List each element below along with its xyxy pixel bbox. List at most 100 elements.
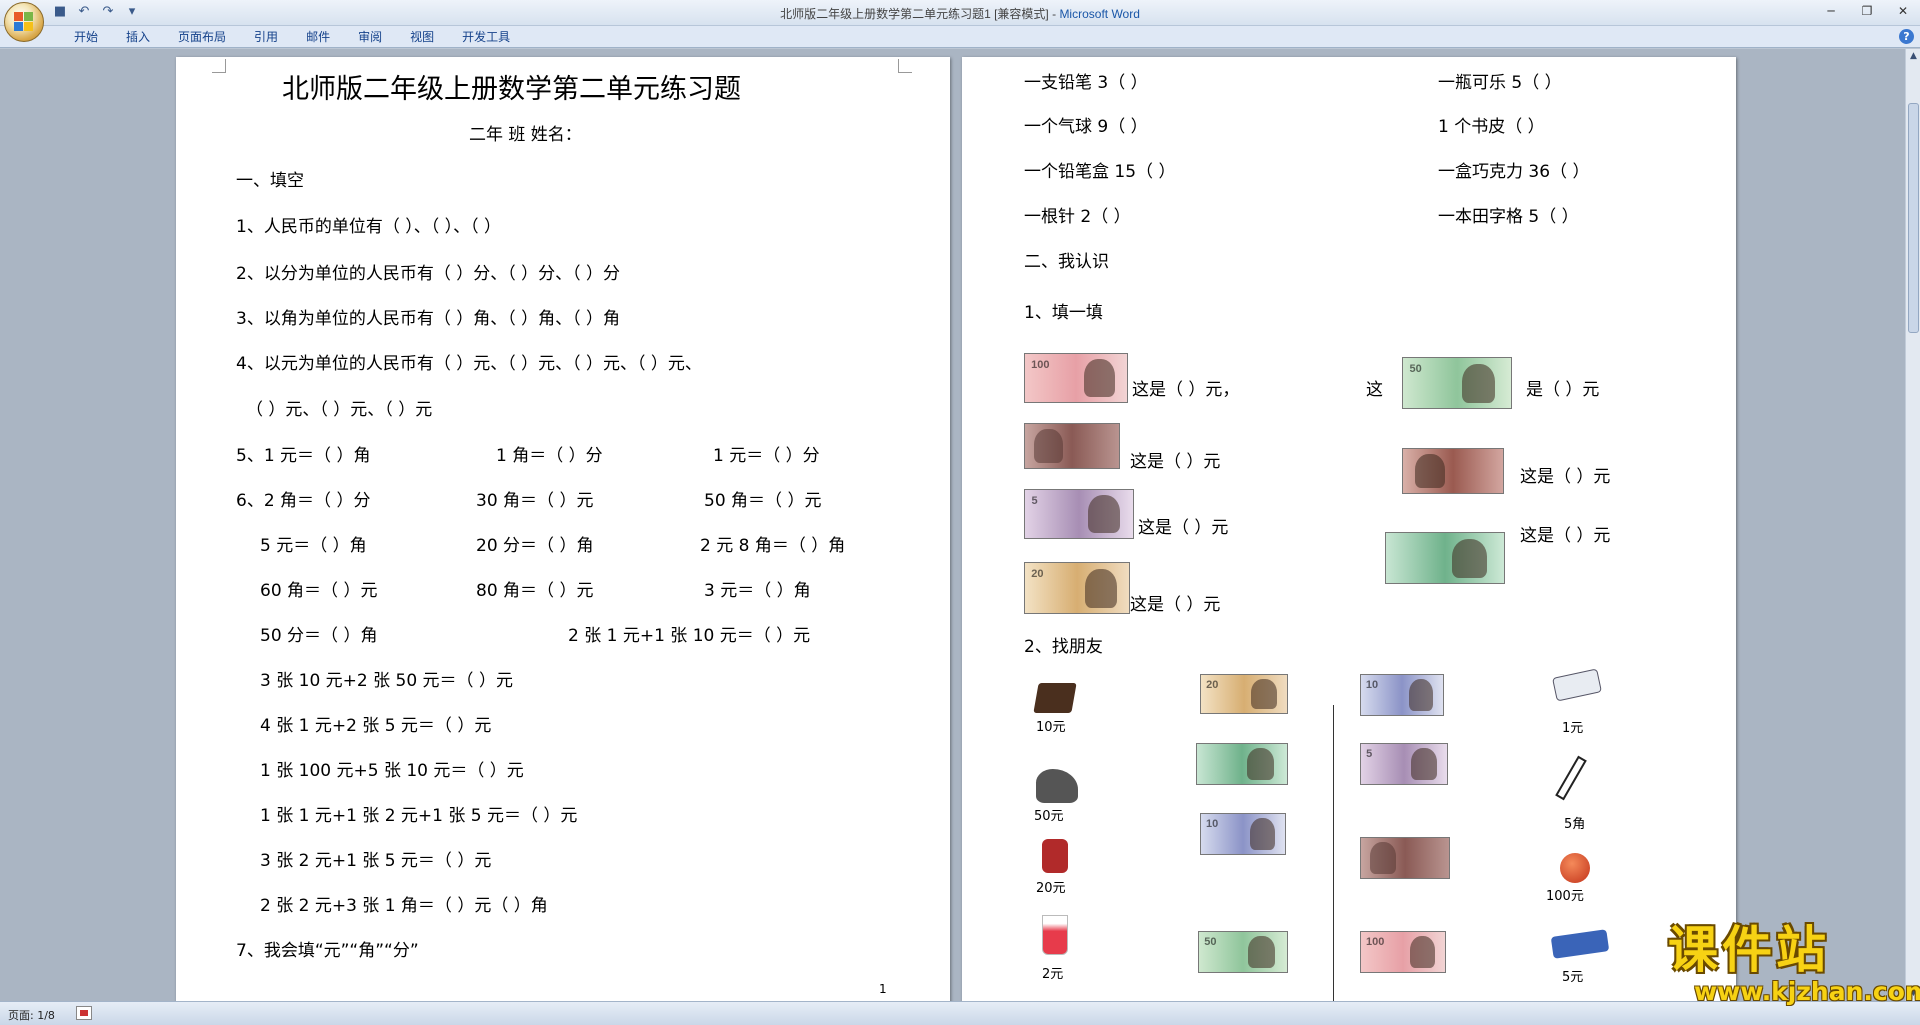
question-5a: 5、1 元＝（ ）角 [236, 446, 371, 466]
exercise-line: 4 张 1 元+2 张 5 元＝（ ）元 [260, 716, 492, 736]
exercise-line: 50 分＝（ ）角 [260, 626, 378, 646]
page-2[interactable]: 一支铅笔 3（ ） 一瓶可乐 5（ ） 一个气球 9（ ） 1 个书皮（ ） 一… [962, 57, 1736, 1001]
price-item: 一支铅笔 3（ ） [1024, 73, 1148, 93]
ribbon: 开始 插入 页面布局 引用 邮件 审阅 视图 开发工具 ? [0, 26, 1920, 48]
banknote-100-image: 100 [1360, 931, 1446, 973]
macro-recording-icon[interactable] [76, 1006, 92, 1020]
price-item: 1 个书皮（ ） [1438, 117, 1545, 137]
fill-line: 这是（ ）元， [1132, 380, 1240, 400]
exercise-line: 2 元 8 角＝（ ）角 [700, 536, 846, 556]
price-label: 1元 [1562, 721, 1584, 736]
banknote-2-image [1385, 532, 1505, 584]
tab-home[interactable]: 开始 [60, 29, 112, 45]
close-icon[interactable]: ✕ [1892, 2, 1914, 20]
document-workspace[interactable]: 北师版二年级上册数学第二单元练习题 二年 班 姓名： 一、填空 1、人民币的单位… [0, 49, 1905, 1001]
office-logo-icon [14, 12, 34, 32]
banknote-10-image: 10 [1200, 813, 1286, 855]
question-2: 2、以分为单位的人民币有（ ）分、（ ）分、（ ）分 [236, 264, 621, 284]
exercise-line: 1 张 1 元+1 张 2 元+1 张 5 元＝（ ）元 [260, 806, 578, 826]
question-6c: 50 角＝（ ）元 [704, 491, 822, 511]
page-1[interactable]: 北师版二年级上册数学第二单元练习题 二年 班 姓名： 一、填空 1、人民币的单位… [176, 57, 950, 1001]
dictionary-image [1033, 683, 1077, 713]
drink-cup-image [1042, 915, 1068, 955]
exercise-line: 20 分＝（ ）角 [476, 536, 594, 556]
question-6b: 30 角＝（ ）元 [476, 491, 594, 511]
section-heading: 二、我认识 [1024, 252, 1109, 272]
price-item: 一瓶可乐 5（ ） [1438, 73, 1562, 93]
price-label: 10元 [1036, 720, 1066, 735]
exercise-line: 3 元＝（ ）角 [704, 581, 811, 601]
site-watermark: 课件站 www.kjzhan.com [1668, 922, 1920, 1006]
help-icon[interactable]: ? [1899, 29, 1914, 44]
tab-page-layout[interactable]: 页面布局 [164, 29, 240, 45]
banknote-20-image: 20 [1200, 674, 1288, 714]
scrollbar-thumb[interactable] [1908, 103, 1919, 333]
tab-view[interactable]: 视图 [396, 29, 448, 45]
find-friends-heading: 2、找朋友 [1024, 637, 1103, 657]
exercise-line: 2 张 2 元+3 张 1 角＝（ ）元（ ）角 [260, 896, 548, 916]
crop-mark [212, 59, 226, 73]
scroll-up-icon[interactable]: ▲ [1906, 49, 1920, 64]
fill-heading: 1、填一填 [1024, 303, 1103, 323]
question-4: 4、以元为单位的人民币有（ ）元、（ ）元、（ ）元、（ ）元、 [236, 354, 702, 374]
price-item: 一本田字格 5（ ） [1438, 207, 1579, 227]
price-label: 5角 [1564, 817, 1586, 832]
tab-review[interactable]: 审阅 [344, 29, 396, 45]
fill-line: 这 [1366, 380, 1383, 400]
toy-car-image [1550, 929, 1610, 959]
status-bar: 页面: 1/8 [0, 1001, 1920, 1025]
exercise-line: 80 角＝（ ）元 [476, 581, 594, 601]
backpack-image [1042, 839, 1068, 873]
maximize-icon[interactable]: ❐ [1856, 2, 1878, 20]
banknote-2-image [1196, 743, 1288, 785]
office-button[interactable] [4, 2, 44, 42]
minimize-icon[interactable]: ─ [1820, 2, 1842, 20]
shoes-image [1036, 769, 1078, 803]
watermark-url: www.kjzhan.com [1694, 977, 1920, 1006]
banknote-1-jiao-image [1024, 423, 1120, 469]
price-label: 100元 [1546, 889, 1584, 904]
tab-mailings[interactable]: 邮件 [292, 29, 344, 45]
question-5b: 1 角＝（ ）分 [496, 446, 603, 466]
fill-line: 这是（ ）元 [1520, 526, 1611, 546]
price-label: 2元 [1042, 967, 1064, 982]
banknote-5-image: 5 [1360, 743, 1448, 785]
column-divider [1333, 705, 1334, 1001]
tab-references[interactable]: 引用 [240, 29, 292, 45]
banknote-5-image: 5 [1024, 489, 1134, 539]
banknote-1-jiao-image [1360, 837, 1450, 879]
banknote-1-yuan-image [1402, 448, 1504, 494]
app-name: Microsoft Word [1059, 7, 1140, 21]
page-indicator[interactable]: 页面: 1/8 [8, 1007, 55, 1023]
question-3: 3、以角为单位的人民币有（ ）角、（ ）角、（ ）角 [236, 309, 621, 329]
question-1: 1、人民币的单位有（ ）、（ ）、（ ） [236, 217, 502, 237]
fill-line: 这是（ ）元 [1520, 467, 1611, 487]
question-6a: 6、2 角＝（ ）分 [236, 491, 371, 511]
section-heading: 一、填空 [236, 171, 304, 191]
document-title-heading: 北师版二年级上册数学第二单元练习题 [282, 74, 741, 105]
fill-line: 这是（ ）元 [1138, 518, 1229, 538]
class-name-line: 二年 班 姓名： [469, 125, 582, 145]
exercise-line: 3 张 10 元+2 张 50 元＝（ ）元 [260, 671, 513, 691]
tab-insert[interactable]: 插入 [112, 29, 164, 45]
fill-line: 这是（ ）元 [1130, 452, 1221, 472]
fill-line: 这是（ ）元 [1130, 595, 1221, 615]
tab-developer[interactable]: 开发工具 [448, 29, 524, 45]
price-label: 50元 [1034, 809, 1064, 824]
exercise-line: 60 角＝（ ）元 [260, 581, 378, 601]
crop-mark [898, 59, 912, 73]
vertical-scrollbar[interactable]: ▲ ▼ [1905, 49, 1920, 1001]
title-bar: ■ ↶ ↷ ▾ 北师版二年级上册数学第二单元练习题1 [兼容模式] - Micr… [0, 0, 1920, 42]
banknote-100-image: 100 [1024, 353, 1128, 403]
question-5c: 1 元＝（ ）分 [713, 446, 820, 466]
ribbon-tabs: 开始 插入 页面布局 引用 邮件 审阅 视图 开发工具 [60, 29, 524, 45]
exercise-line: 3 张 2 元+1 张 5 元＝（ ）元 [260, 851, 492, 871]
document-title: 北师版二年级上册数学第二单元练习题1 [兼容模式] - [780, 7, 1060, 21]
price-item: 一个铅笔盒 15（ ） [1024, 162, 1176, 182]
question-7: 7、我会填“元”“角”“分” [236, 941, 419, 961]
exercise-line: 1 张 100 元+5 张 10 元＝（ ）元 [260, 761, 524, 781]
banknote-50-image: 50 [1402, 357, 1512, 409]
price-label: 20元 [1036, 881, 1066, 896]
banknote-10-image: 10 [1360, 674, 1444, 716]
banknote-50-image: 50 [1198, 931, 1288, 973]
